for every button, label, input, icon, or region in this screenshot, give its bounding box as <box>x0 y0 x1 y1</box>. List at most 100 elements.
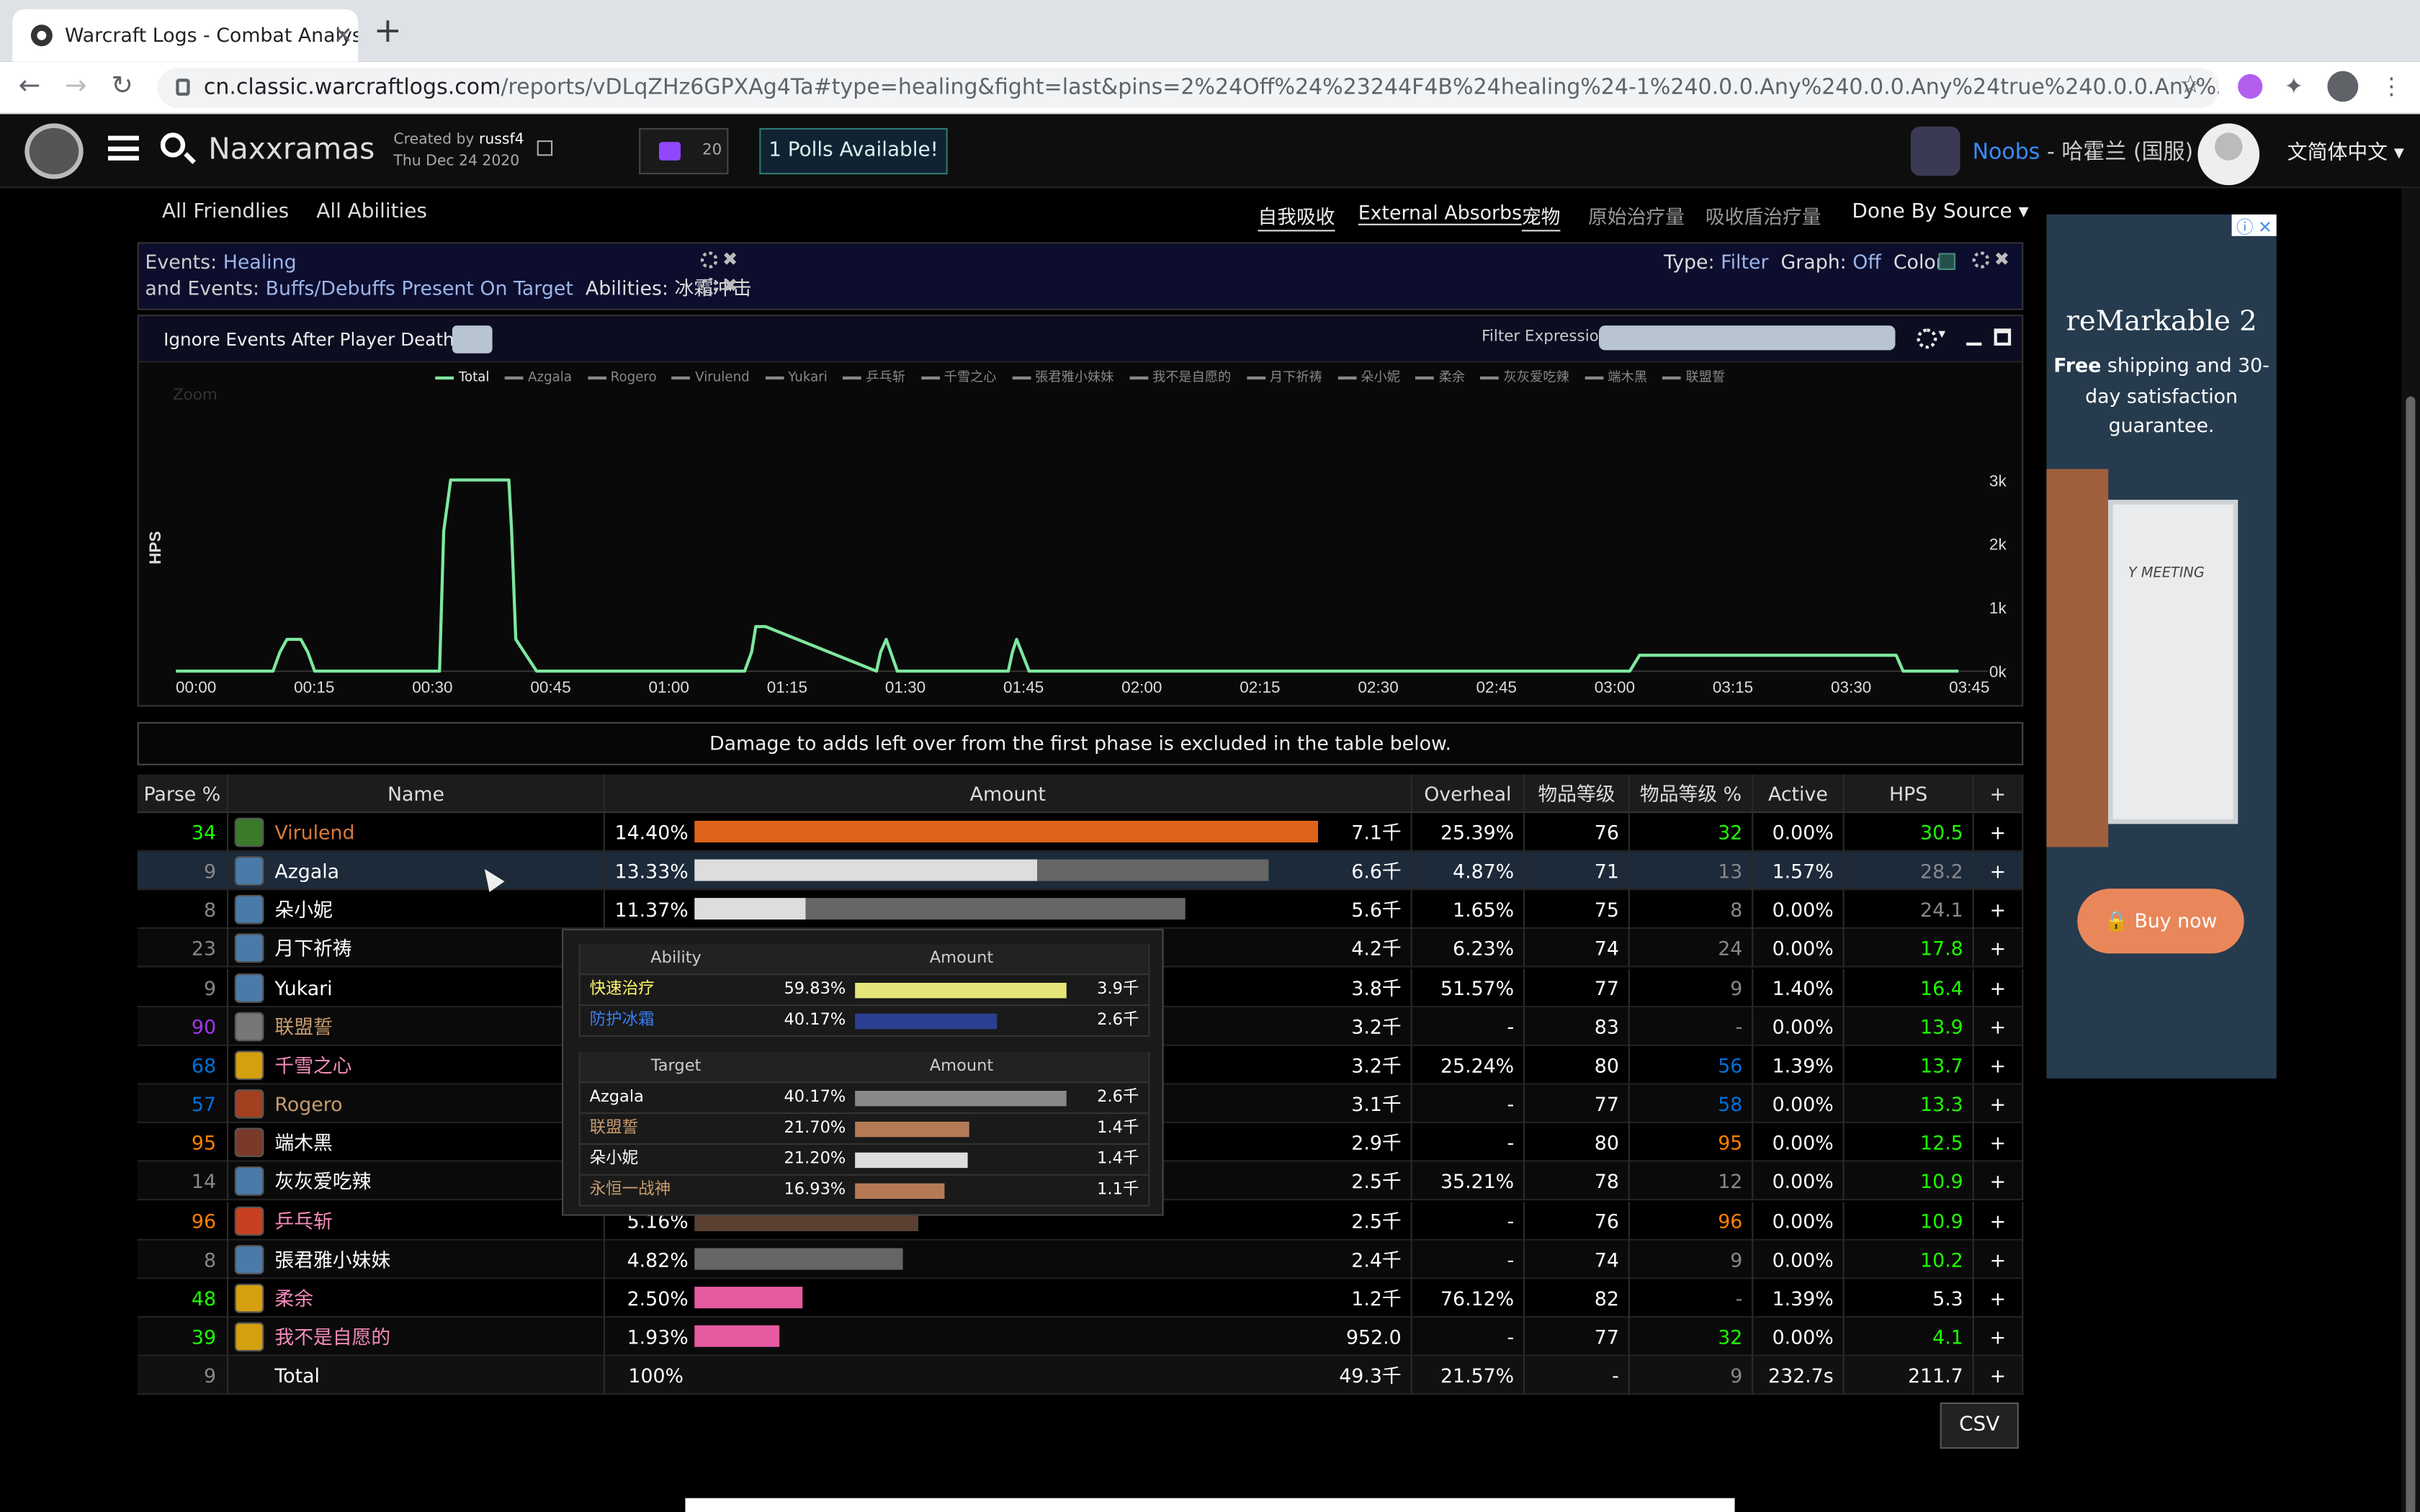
column-header[interactable]: Parse % <box>138 774 229 814</box>
expand-button[interactable]: + <box>1974 813 2024 852</box>
expand-button[interactable]: + <box>1974 1162 2024 1201</box>
close-icon[interactable]: ✖ <box>722 273 738 299</box>
hps-chart[interactable]: 00:00 00:15 00:30 00:45 01:00 01:15 01:30 01:45… <box>139 363 2022 706</box>
table-row[interactable]: 8 朵小妮 11.37% 5.6千 1.65% 75 8 0.00% 24.1 + <box>137 891 2024 930</box>
color-swatch[interactable] <box>1938 253 1955 270</box>
language-select[interactable]: 文简体中文 ▾ <box>2287 136 2404 165</box>
chevron-down-icon[interactable]: ▾ <box>1938 327 1945 342</box>
buy-now-button[interactable]: 🔒 Buy now <box>2077 888 2244 954</box>
expand-button[interactable]: + <box>1974 1007 2024 1046</box>
tab-absorb-healing[interactable]: 吸收盾治疗量 <box>1706 201 1821 230</box>
expand-button[interactable]: + <box>1974 1201 2024 1240</box>
column-header[interactable]: 物品等级 % <box>1630 774 1754 814</box>
expand-button[interactable]: + <box>1974 1084 2024 1124</box>
settings-gear-icon[interactable] <box>1917 328 1937 349</box>
extension-icon[interactable] <box>2238 73 2263 99</box>
expand-button[interactable]: + <box>1974 1240 2024 1279</box>
player-name[interactable]: 联盟誓 <box>228 1007 606 1046</box>
table-row[interactable]: 34 Virulend 14.40% 7.1千 25.39% 76 32 0.00% 30.5 + <box>137 813 2024 852</box>
creator-link[interactable]: russf4 <box>479 131 524 148</box>
ignore-deaths-dropdown[interactable]: Ignore Events After Player Deaths ▾ <box>163 328 478 350</box>
column-header[interactable]: Active <box>1753 774 1845 814</box>
close-tab-icon[interactable]: ✕ <box>333 9 353 62</box>
expand-button[interactable]: + <box>1974 852 2024 891</box>
advertisement[interactable]: reMarkable 2 Free shipping and 30-day sa… <box>2046 214 2277 1079</box>
column-header[interactable]: Name <box>228 774 606 814</box>
player-name[interactable]: 柔余 <box>228 1278 606 1318</box>
url-field[interactable]: cn.classic.warcraftlogs.com/reports/vDLq… <box>157 68 2220 108</box>
player-name[interactable]: 端木黑 <box>228 1123 606 1162</box>
expand-button[interactable]: + <box>1974 1278 2024 1318</box>
expand-button[interactable]: + <box>1974 968 2024 1007</box>
player-name[interactable]: Azgala <box>228 852 606 891</box>
player-name[interactable]: 我不是自愿的 <box>228 1317 606 1356</box>
filter-expression-input[interactable] <box>1599 325 1896 351</box>
expand-button[interactable]: + <box>1974 891 2024 930</box>
bookmark-star-icon[interactable]: ☆ <box>2179 69 2202 99</box>
and-events-value[interactable]: Buffs/Debuffs Present On Target <box>266 276 573 300</box>
reload-icon[interactable]: ↻ <box>111 71 133 102</box>
search-icon[interactable] <box>160 132 186 158</box>
guild-name[interactable]: Noobs - 哈霍兰 (国服) <box>1973 136 2194 167</box>
player-name[interactable]: 朵小妮 <box>228 891 606 930</box>
back-icon[interactable]: ← <box>19 71 41 102</box>
player-name[interactable]: 張君雅小妹妹 <box>228 1240 606 1279</box>
polls-button[interactable]: 1 Polls Available! <box>759 127 948 175</box>
total-cell[interactable]: + <box>1974 1356 2024 1395</box>
column-header[interactable]: + <box>1974 774 2024 814</box>
maximize-icon[interactable] <box>1994 328 2012 346</box>
friendlies-dropdown[interactable]: All Friendlies <box>162 201 289 224</box>
scrollbar[interactable] <box>2401 188 2420 1512</box>
warcraftlogs-logo[interactable] <box>24 123 84 179</box>
minimize-icon[interactable] <box>1966 342 1982 346</box>
new-tab-icon[interactable]: + <box>374 9 403 55</box>
twitch-button[interactable]: 20 <box>639 127 729 175</box>
export-icon[interactable] <box>537 140 553 156</box>
column-header[interactable]: Amount <box>605 774 1412 814</box>
abilities-dropdown[interactable]: All Abilities <box>316 201 427 224</box>
table-row[interactable]: 8 張君雅小妹妹 4.82% 2.4千 -74 9 0.00% 10.2 + <box>137 1240 2024 1279</box>
forward-icon[interactable]: → <box>65 71 87 102</box>
avatar[interactable] <box>2197 123 2260 186</box>
type-value[interactable]: Filter <box>1721 250 1768 273</box>
player-name[interactable]: 乒乓斩 <box>228 1201 606 1240</box>
zone-title[interactable]: Naxxramas <box>208 132 375 166</box>
player-name[interactable]: Virulend <box>228 813 606 852</box>
player-name[interactable]: Rogero <box>228 1084 606 1124</box>
close-icon[interactable]: ✖ <box>722 247 738 273</box>
events-value[interactable]: Healing <box>223 250 297 273</box>
gear-icon[interactable] <box>1972 251 1990 269</box>
player-name[interactable]: 千雪之心 <box>228 1045 606 1085</box>
tab-external-absorbs[interactable]: External Absorbs <box>1358 201 1523 225</box>
done-by-dropdown[interactable]: Done By Source ▾ <box>1852 201 2028 224</box>
table-row[interactable]: 9 Azgala 13.33% 6.6千 4.87% 71 13 1.57% 28.2 + <box>137 852 2024 891</box>
player-name[interactable]: 灰灰爱吃辣 <box>228 1162 606 1201</box>
close-icon[interactable]: ✖ <box>1994 247 2010 273</box>
column-header[interactable]: Overheal <box>1412 774 1525 814</box>
player-name[interactable]: Yukari <box>228 968 606 1007</box>
expand-button[interactable]: + <box>1974 1317 2024 1356</box>
tab-raw-healing[interactable]: 原始治疗量 <box>1588 201 1685 230</box>
tab-pets[interactable]: 宠物 <box>1521 201 1561 232</box>
profile-icon[interactable] <box>2327 71 2359 102</box>
player-name[interactable]: 月下祈祷 <box>228 929 606 968</box>
ad-close-icon[interactable]: ⓘ ✕ <box>2231 214 2277 238</box>
color-picker[interactable] <box>452 325 493 354</box>
browser-tab[interactable]: Warcraft Logs - Combat Analys ✕ <box>12 9 359 62</box>
csv-button[interactable]: CSV <box>1940 1402 2019 1449</box>
graph-toggle[interactable]: Off <box>1852 250 1881 273</box>
expand-button[interactable]: + <box>1974 1123 2024 1162</box>
gear-icon[interactable] <box>700 277 718 295</box>
puzzle-icon[interactable]: ✦ <box>2284 74 2308 99</box>
expand-button[interactable]: + <box>1974 929 2024 968</box>
column-header[interactable]: 物品等级 <box>1525 774 1630 814</box>
column-header[interactable]: HPS <box>1845 774 1974 814</box>
gear-icon[interactable] <box>700 251 718 269</box>
table-row[interactable]: 48 柔余 2.50% 1.2千 76.12% 82-1.39% 5.3 + <box>137 1278 2024 1318</box>
table-row[interactable]: 39 我不是自愿的 1.93% 952.0-77 32 0.00% 4.1 + <box>137 1317 2024 1356</box>
expand-button[interactable]: + <box>1974 1045 2024 1085</box>
scroll-thumb[interactable] <box>2406 396 2416 1512</box>
kebab-menu-icon[interactable]: ⋮ <box>2380 74 2404 99</box>
menu-icon[interactable] <box>108 135 139 161</box>
tab-self-absorb[interactable]: 自我吸收 <box>1258 201 1335 232</box>
